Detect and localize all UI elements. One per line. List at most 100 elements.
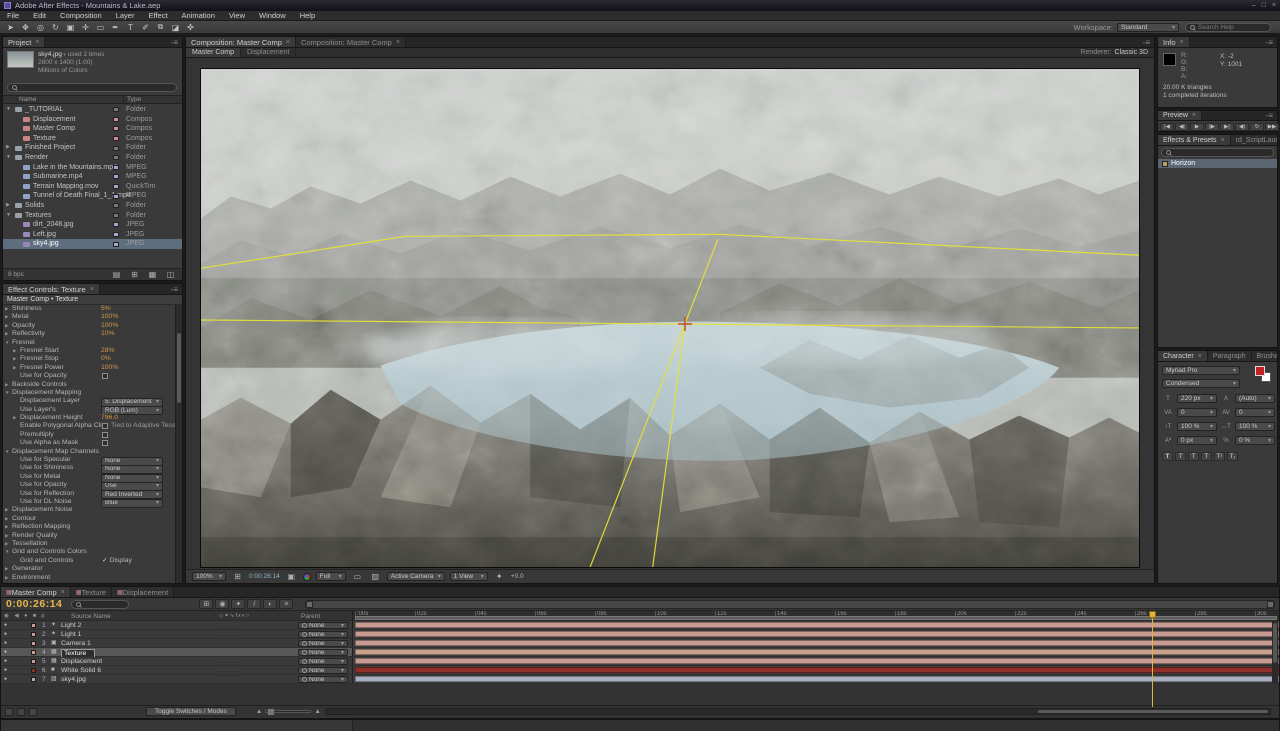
parent-dropdown[interactable]: None: [298, 622, 348, 629]
next-frame[interactable]: |▶: [1205, 123, 1219, 131]
fill-stroke-swatches[interactable]: [1255, 366, 1271, 382]
twirl-icon[interactable]: ▶: [5, 515, 8, 523]
ram-preview[interactable]: ▶▶: [1265, 123, 1279, 131]
menu-item[interactable]: Window: [252, 11, 293, 20]
menu-item[interactable]: File: [0, 11, 26, 20]
twirl-icon[interactable]: ▼: [5, 339, 9, 347]
effect-property-row[interactable]: Use for Metal None None None: [3, 473, 175, 481]
tab-character[interactable]: Character: [1158, 351, 1208, 361]
maximize-button[interactable]: □: [1262, 2, 1266, 9]
layer-label-chip[interactable]: [31, 668, 36, 673]
pick-whip-icon[interactable]: [302, 641, 307, 646]
comp-mini-flowchart-icon[interactable]: ⊞: [199, 599, 213, 609]
hand-tool[interactable]: ✥: [18, 22, 33, 33]
horizontal-scale-dropdown[interactable]: 100 %: [1235, 422, 1275, 431]
layer-switches[interactable]: - - -: [219, 630, 242, 639]
rendered-terrain-image[interactable]: [200, 68, 1140, 568]
pick-whip-icon[interactable]: [302, 668, 307, 673]
eye-icon[interactable]: ●: [4, 639, 7, 648]
sky4.jpg[interactable]: ● 7 sky4.jpg - - - None: [1, 675, 1279, 684]
tab-effects-presets[interactable]: Effects & Presets: [1158, 135, 1231, 145]
effect-property-row[interactable]: Use for Specular None None None: [3, 456, 175, 464]
parent-header[interactable]: Parent: [301, 613, 320, 620]
parent-dropdown[interactable]: None: [298, 676, 348, 683]
Textures[interactable]: ▼ Textures Folder: [3, 211, 182, 221]
effect-property-row[interactable]: Grid and Controls Display Display Displa…: [3, 557, 175, 565]
property-checkbox[interactable]: [102, 432, 108, 438]
viewport-timecode[interactable]: 0:00:26:14: [249, 573, 280, 580]
twirl-icon[interactable]: ▶: [5, 322, 8, 330]
faux-style-button[interactable]: T: [1188, 452, 1199, 461]
new-composition-icon[interactable]: ▦: [146, 269, 159, 280]
label-color-chip[interactable]: [113, 184, 119, 189]
label-color-chip[interactable]: [113, 126, 119, 131]
twirl-icon[interactable]: ▶: [5, 565, 8, 573]
type-tool[interactable]: T: [123, 22, 138, 33]
motion-blur-icon[interactable]: ◐: [263, 599, 277, 609]
Tunnel of Death Final_1_1.mp4[interactable]: Tunnel of Death Final_1_1.mp4 MPEG: [3, 191, 182, 201]
source-name-header[interactable]: Source Name: [71, 613, 111, 620]
layer-label-chip[interactable]: [31, 659, 36, 664]
layer-duration-bar[interactable]: [355, 658, 1279, 664]
faux-style-button[interactable]: T: [1201, 452, 1212, 461]
tab-composition-secondary[interactable]: Composition: Master Comp: [296, 37, 406, 47]
property-checkbox[interactable]: [102, 440, 108, 446]
menu-item[interactable]: Help: [293, 11, 322, 20]
parent-dropdown[interactable]: None: [298, 658, 348, 665]
pick-whip-icon[interactable]: [302, 650, 307, 655]
layer-switches[interactable]: - - -: [219, 666, 242, 675]
effect-property-row[interactable]: Use for Reflection Red Inverted Red Inve…: [3, 490, 175, 498]
property-value[interactable]: 0%: [101, 355, 111, 363]
Master Comp[interactable]: Master Comp Compos: [3, 124, 182, 134]
zoom-tool[interactable]: ◎: [33, 22, 48, 33]
effect-property-row[interactable]: ▶ Shininess 5% 5% 5%: [3, 305, 175, 313]
effect-property-row[interactable]: Use for Shininess None None None: [3, 464, 175, 472]
layer-label-chip[interactable]: [31, 641, 36, 646]
tab-info[interactable]: Info: [1158, 37, 1190, 47]
Displacement[interactable]: ● 5 Displacement - - - None: [1, 657, 1279, 666]
font-size-dropdown[interactable]: 220 px: [1177, 394, 1217, 403]
loop[interactable]: ↻: [1250, 123, 1264, 131]
property-value[interactable]: 10%: [101, 330, 115, 338]
layer-switches[interactable]: - - -: [219, 675, 242, 684]
time-ruler[interactable]: :00s02s04s06s08s10s12s14s16s18s20s22s24s…: [353, 611, 1279, 620]
Submarine.mp4[interactable]: Submarine.mp4 MPEG: [3, 172, 182, 182]
effect-property-row[interactable]: Premultiply: [3, 431, 175, 439]
interpret-footage-icon[interactable]: ▤: [110, 269, 123, 280]
panel-menu-icon[interactable]: [1262, 37, 1277, 47]
parent-dropdown[interactable]: None: [298, 640, 348, 647]
Camera 1[interactable]: ● 3 Camera 1 - - - None: [1, 639, 1279, 648]
label-color-chip[interactable]: [113, 203, 119, 208]
panel-menu-icon[interactable]: [1139, 37, 1154, 47]
label-color-chip[interactable]: [113, 222, 119, 227]
panel-menu-icon[interactable]: [167, 284, 182, 294]
toggle-switches-modes-button[interactable]: Toggle Switches / Modes: [146, 707, 236, 716]
timeline-zoom-slider[interactable]: ▲▲: [256, 708, 321, 715]
_TUTORIAL[interactable]: ▼ _TUTORIAL Folder: [3, 105, 182, 115]
pick-whip-icon[interactable]: [302, 677, 307, 682]
tab-paragraph[interactable]: Paragraph: [1208, 351, 1252, 361]
effect-property-row[interactable]: ▶ Render Quality: [3, 532, 175, 540]
vertical-scale-dropdown[interactable]: 100 %: [1177, 422, 1217, 431]
Texture[interactable]: Texture Compos: [3, 134, 182, 144]
layer-switches[interactable]: - - -: [219, 648, 242, 657]
twirl-icon[interactable]: ▶: [13, 364, 16, 372]
tab-brushes[interactable]: Brushe: [1252, 351, 1277, 361]
hide-shy-icon[interactable]: ✦: [231, 599, 245, 609]
Finished Project[interactable]: ▶ Finished Project Folder: [3, 143, 182, 153]
show-channel-icon[interactable]: [303, 573, 311, 581]
menu-item[interactable]: Layer: [109, 11, 142, 20]
label-color-chip[interactable]: [113, 146, 119, 151]
layer-name[interactable]: Camera 1: [61, 639, 91, 648]
puppet-pin-tool[interactable]: ✜: [183, 22, 198, 33]
playhead-line[interactable]: [1152, 611, 1153, 707]
layer-name[interactable]: sky4.jpg: [61, 675, 86, 684]
menu-item[interactable]: Animation: [175, 11, 222, 20]
parent-dropdown[interactable]: None: [298, 631, 348, 638]
viewer-tab-displacement[interactable]: Displacement: [241, 48, 296, 57]
property-value[interactable]: 100%: [101, 322, 118, 330]
layer-label-chip[interactable]: [31, 650, 36, 655]
dirt_2048.jpg[interactable]: dirt_2048.jpg JPEG: [3, 220, 182, 230]
prev-frame[interactable]: ◀|: [1175, 123, 1189, 131]
property-value[interactable]: 28%: [101, 347, 115, 355]
